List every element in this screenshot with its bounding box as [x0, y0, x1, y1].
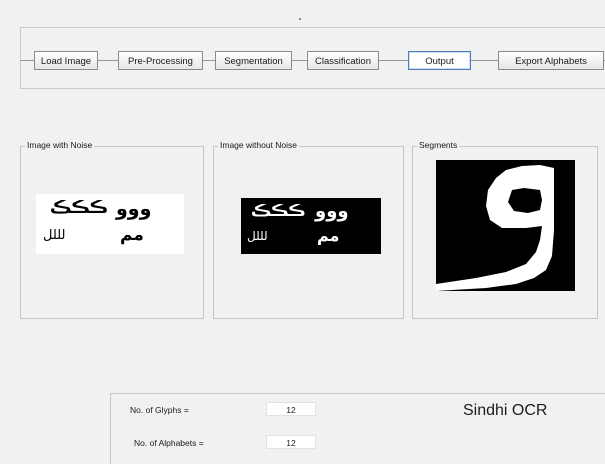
toolbar-connector: [292, 60, 307, 61]
segments-panel-title: Segments: [417, 140, 460, 150]
toolbar-connector: [203, 60, 215, 61]
glyph-row2-right: مم: [317, 226, 340, 245]
glyph-row1-left: ڪڪڪ: [50, 198, 109, 218]
glyphs-count-label: No. of Glyphs =: [130, 405, 189, 415]
glyph-row2-right: مم: [120, 225, 144, 245]
toolbar-connector: [379, 60, 408, 61]
noisy-image-panel-title: Image with Noise: [25, 140, 95, 150]
glyph-row2-left: لللل: [247, 229, 268, 243]
output-button[interactable]: Output: [408, 51, 471, 70]
glyph-row1-right: ووو: [116, 198, 152, 220]
noisy-glyph-image: ڪڪڪ ووو لللل مم: [36, 194, 184, 254]
glyphs-count-field[interactable]: 12: [266, 402, 316, 416]
glyph-row2-left: لللل: [43, 228, 66, 243]
clean-image-panel-title: Image without Noise: [218, 140, 300, 150]
glyph-row1-right: ووو: [315, 201, 349, 222]
toolbar-connector: [471, 60, 498, 61]
segmentation-button[interactable]: Segmentation: [215, 51, 292, 70]
segment-glyph-waw: [436, 165, 554, 291]
pre-processing-button[interactable]: Pre-Processing: [118, 51, 203, 70]
classification-button[interactable]: Classification: [307, 51, 379, 70]
segment-image: [436, 160, 575, 291]
toolbar-connector: [20, 60, 34, 61]
toolbar-separator-dot: [299, 18, 301, 20]
export-alphabets-button[interactable]: Export Alphabets: [498, 51, 604, 70]
load-image-button[interactable]: Load Image: [34, 51, 98, 70]
toolbar-connector: [98, 60, 118, 61]
alphabets-count-label: No. of Alphabets =: [134, 438, 204, 448]
alphabets-count-field[interactable]: 12: [266, 435, 316, 449]
app-title: Sindhi OCR: [463, 402, 548, 419]
clean-glyph-image: ڪڪڪ ووو لللل مم: [241, 198, 381, 254]
glyph-row1-left: ڪڪڪ: [251, 201, 306, 220]
